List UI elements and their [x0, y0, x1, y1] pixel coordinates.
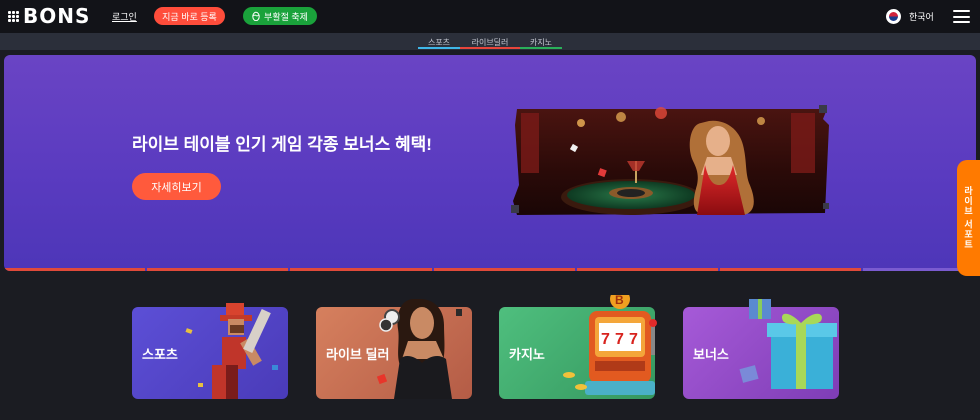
- logo-text: BONS: [23, 4, 91, 28]
- category-subnav: 스포츠 라이브딜러 카지노: [0, 33, 980, 50]
- tab-live-dealer-indicator: [460, 47, 520, 49]
- svg-text:7: 7: [601, 331, 610, 348]
- slide-indicator[interactable]: [719, 268, 862, 271]
- top-bar: BONS 로그인 지금 바로 등록 부활절 축제 한국어: [0, 0, 980, 33]
- korea-flag-icon: [886, 9, 901, 24]
- live-casino-dealer-image: [511, 105, 829, 215]
- hero-banner[interactable]: 라이브 테이블 인기 게임 각종 보너스 혜택! 자세히보기: [4, 55, 976, 271]
- bons-logo[interactable]: BONS: [8, 4, 91, 28]
- register-button[interactable]: 지금 바로 등록: [154, 7, 225, 25]
- category-card-label: 카지노: [509, 347, 545, 362]
- festival-button-label: 부활절 축제: [264, 11, 308, 22]
- category-cards: 스포츠 라이브 딜러 B 7 7 7 카지노 보너스: [0, 295, 980, 399]
- live-support-label: 라이브 서포트: [963, 186, 973, 250]
- slide-indicator[interactable]: [576, 268, 718, 271]
- festival-button[interactable]: 부활절 축제: [243, 7, 317, 25]
- tab-casino-indicator: [520, 47, 562, 49]
- svg-text:7: 7: [615, 331, 624, 348]
- category-card-sports[interactable]: 스포츠: [132, 303, 288, 399]
- svg-text:7: 7: [629, 331, 638, 348]
- slide-indicator[interactable]: [290, 268, 432, 271]
- svg-text:B: B: [615, 295, 624, 307]
- category-card-label: 스포츠: [142, 347, 178, 362]
- category-card-casino[interactable]: B 7 7 7 카지노: [499, 295, 657, 399]
- slide-progress: [4, 268, 976, 271]
- login-link[interactable]: 로그인: [112, 10, 137, 23]
- hamburger-menu-icon[interactable]: [953, 10, 970, 23]
- language-label: 한국어: [909, 12, 934, 22]
- register-button-label: 지금 바로 등록: [162, 11, 217, 22]
- slide-indicator[interactable]: [4, 268, 146, 271]
- hero-title: 라이브 테이블 인기 게임 각종 보너스 혜택!: [132, 135, 432, 154]
- egg-icon: [252, 11, 260, 21]
- live-support-tab[interactable]: 라이브 서포트: [957, 160, 980, 276]
- slide-indicator[interactable]: [147, 268, 289, 271]
- language-selector[interactable]: 한국어: [886, 9, 934, 24]
- logo-dots-icon: [8, 10, 19, 22]
- tab-sports-indicator: [418, 47, 460, 49]
- category-card-bonus[interactable]: 보너스: [683, 299, 839, 399]
- category-card-live-dealer[interactable]: 라이브 딜러: [316, 299, 472, 399]
- category-card-label: 보너스: [693, 347, 729, 362]
- category-card-label: 라이브 딜러: [326, 347, 390, 362]
- hero-details-button[interactable]: 자세히보기: [132, 173, 221, 200]
- hero-details-button-label: 자세히보기: [151, 181, 202, 194]
- slide-indicator[interactable]: [433, 268, 575, 271]
